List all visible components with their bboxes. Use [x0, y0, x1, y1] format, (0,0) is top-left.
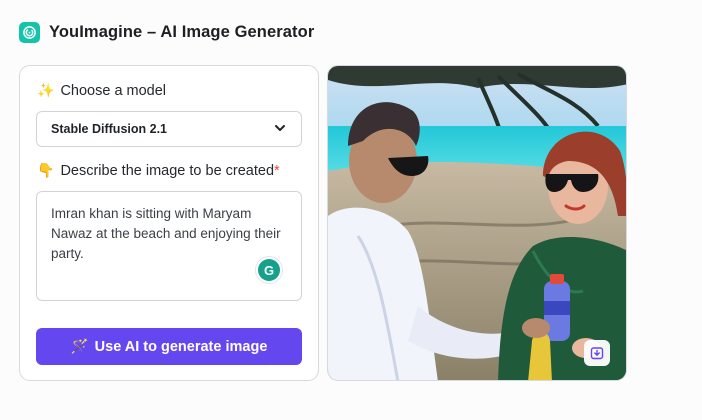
- required-mark: *: [274, 162, 280, 179]
- grammarly-button[interactable]: G: [255, 256, 283, 284]
- model-label: ✨ Choose a model: [37, 82, 166, 99]
- model-label-text: Choose a model: [60, 82, 167, 99]
- grammarly-icon: G: [258, 259, 280, 281]
- prompt-textarea[interactable]: Imran khan is sitting with Maryam Nawaz …: [36, 191, 302, 301]
- model-select[interactable]: Stable Diffusion 2.1: [36, 111, 302, 147]
- prompt-label: 👇 Describe the image to be created*: [37, 162, 280, 179]
- download-icon[interactable]: [584, 340, 610, 366]
- prompt-label-text: Describe the image to be created*: [60, 163, 279, 179]
- chevron-down-icon: [273, 121, 287, 138]
- magic-wand-icon: 🪄: [70, 339, 89, 355]
- generate-button-label: Use AI to generate image: [94, 338, 268, 355]
- sparkles-icon: ✨: [37, 82, 55, 98]
- generate-image-button[interactable]: 🪄 Use AI to generate image: [36, 328, 302, 365]
- spiral-logo-icon: [19, 22, 40, 43]
- prompt-label-string: Describe the image to be created: [60, 162, 275, 179]
- pointing-down-icon: 👇: [37, 162, 55, 178]
- generated-image: [328, 66, 626, 380]
- generator-form-panel: ✨ Choose a model Stable Diffusion 2.1 👇 …: [19, 65, 319, 381]
- app-title: YouImagine – AI Image Generator: [49, 23, 315, 41]
- prompt-text: Imran khan is sitting with Maryam Nawaz …: [51, 206, 281, 261]
- model-select-value: Stable Diffusion 2.1: [51, 122, 167, 136]
- app-header: YouImagine – AI Image Generator: [19, 22, 314, 43]
- generated-image-card[interactable]: [327, 65, 627, 381]
